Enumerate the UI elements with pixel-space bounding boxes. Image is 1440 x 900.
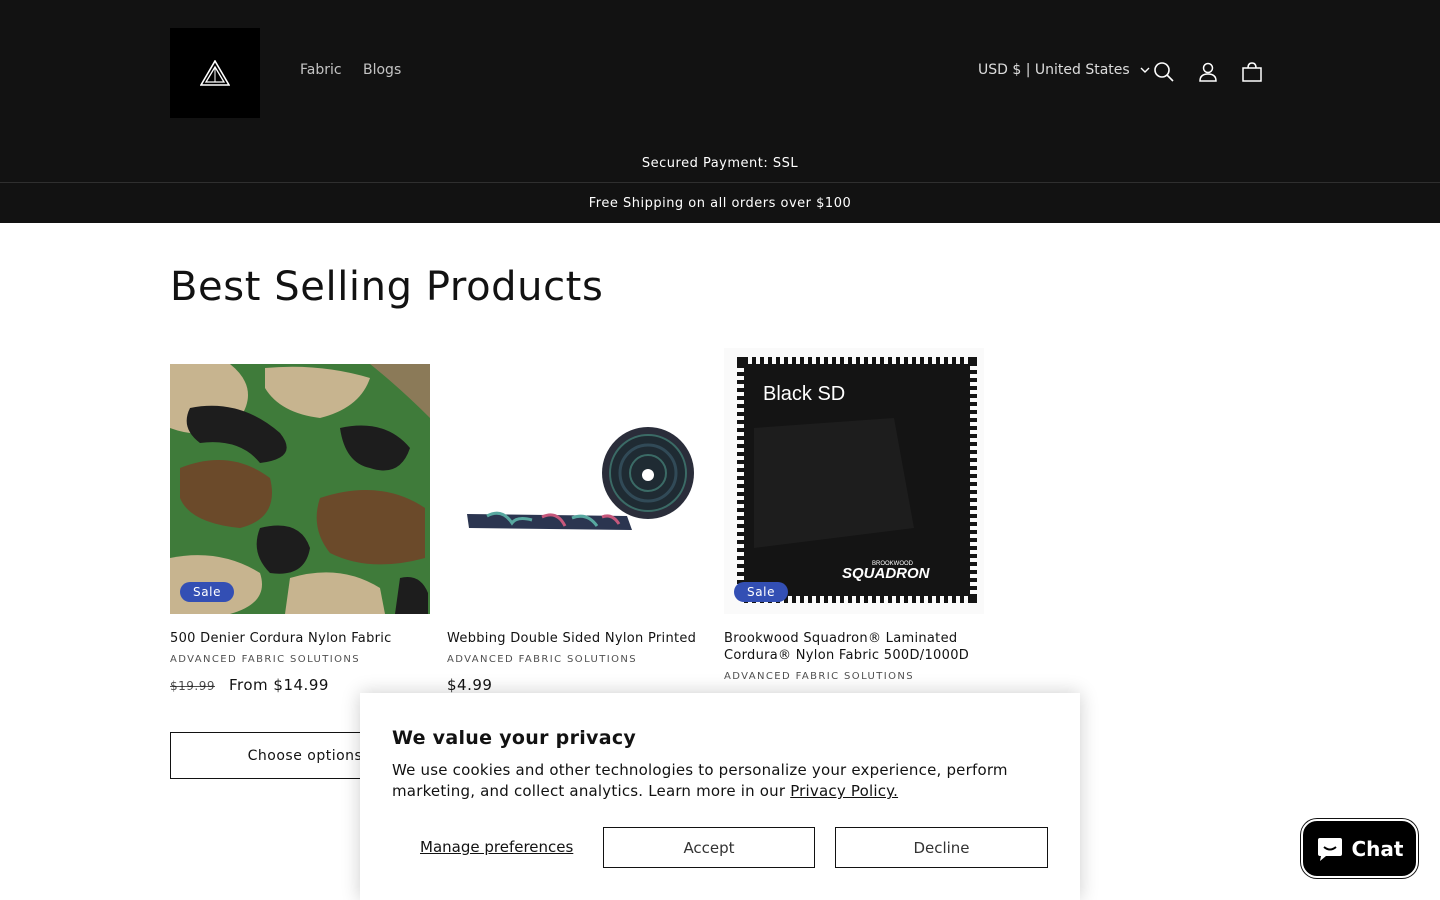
nav-link-fabric[interactable]: Fabric	[300, 62, 342, 78]
product-image-squadron[interactable]: Black SD BROOKWOOD SQUADRON Sale	[724, 348, 984, 614]
product-price: $19.99 From $14.99	[170, 676, 329, 694]
product-vendor: ADVANCED FABRIC SOLUTIONS	[170, 654, 361, 665]
sale-price: From $14.99	[229, 676, 329, 694]
announcement-bar-shipping: Free Shipping on all orders over $100	[0, 183, 1440, 223]
site-header: Fabric Blogs USD $ | United States	[0, 0, 1440, 144]
site-logo[interactable]	[170, 28, 260, 118]
product-card: Black SD BROOKWOOD SQUADRON Sale Brookwo…	[724, 348, 984, 682]
account-icon[interactable]	[1194, 58, 1222, 86]
announcement-text: Secured Payment: SSL	[641, 155, 799, 171]
product-title[interactable]: 500 Denier Cordura Nylon Fabric	[170, 630, 440, 647]
brand-text: SQUADRON	[842, 565, 931, 582]
chat-label: Chat	[1351, 836, 1404, 861]
privacy-policy-link[interactable]: Privacy Policy.	[790, 782, 898, 800]
currency-label: USD $ | United States	[978, 62, 1130, 78]
product-price: $4.99	[447, 676, 492, 694]
product-title[interactable]: Webbing Double Sided Nylon Printed	[447, 630, 717, 647]
section-title: Best Selling Products	[170, 264, 604, 310]
manage-preferences-link[interactable]: Manage preferences	[420, 838, 573, 856]
sale-badge: Sale	[734, 582, 789, 602]
announcement-bar-ssl: Secured Payment: SSL	[0, 144, 1440, 183]
product-card: Sale 500 Denier Cordura Nylon Fabric ADV…	[170, 348, 430, 694]
cookie-title: We value your privacy	[392, 727, 637, 749]
currency-selector[interactable]: USD $ | United States	[978, 62, 1150, 78]
chevron-down-icon	[1140, 67, 1150, 73]
accept-button[interactable]: Accept	[603, 827, 815, 868]
search-icon[interactable]	[1150, 58, 1178, 86]
sale-badge: Sale	[180, 582, 235, 602]
cart-icon[interactable]	[1238, 58, 1266, 86]
decline-button[interactable]: Decline	[835, 827, 1048, 868]
product-card: Webbing Double Sided Nylon Printed ADVAN…	[447, 348, 707, 694]
chat-widget: Chat	[1301, 819, 1418, 897]
product-title[interactable]: Brookwood Squadron® Laminated Cordura® N…	[724, 630, 994, 664]
nav-link-blogs[interactable]: Blogs	[363, 62, 401, 78]
announcement-text: Free Shipping on all orders over $100	[588, 195, 852, 211]
swatch-label: Black SD	[763, 383, 845, 405]
regular-price: $4.99	[447, 676, 493, 694]
product-image-camo[interactable]: Sale	[170, 348, 430, 614]
chat-bubble-icon	[1317, 837, 1342, 861]
product-image-webbing[interactable]	[447, 348, 707, 614]
cookie-body: We use cookies and other technologies to…	[392, 761, 1008, 800]
product-vendor: ADVANCED FABRIC SOLUTIONS	[447, 654, 638, 665]
chat-button[interactable]: Chat	[1301, 819, 1418, 878]
logo-triangle-icon	[200, 60, 230, 86]
product-vendor: ADVANCED FABRIC SOLUTIONS	[724, 671, 915, 682]
cookie-banner: We value your privacy We use cookies and…	[360, 693, 1080, 900]
cookie-text: We use cookies and other technologies to…	[392, 760, 1032, 802]
compare-at-price: $19.99	[170, 679, 215, 693]
